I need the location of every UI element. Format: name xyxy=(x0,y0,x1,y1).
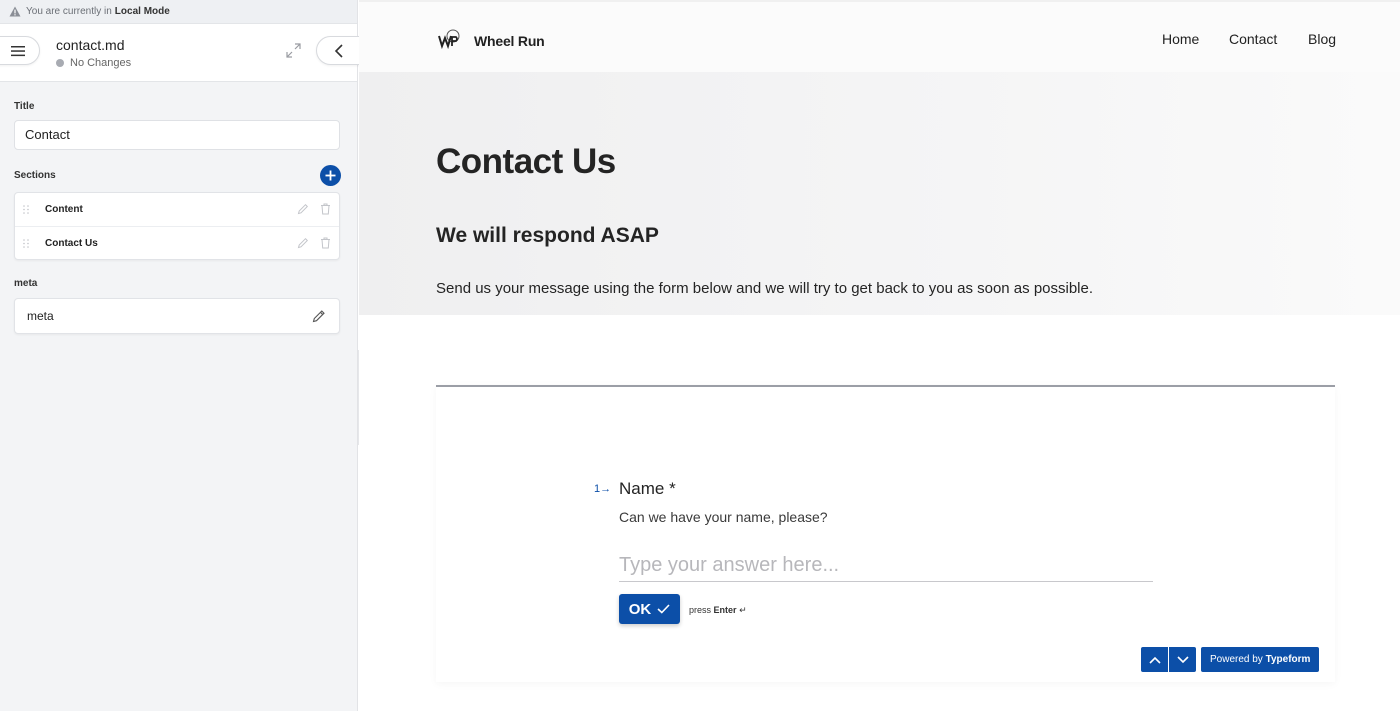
trash-icon[interactable] xyxy=(320,203,331,215)
meta-label: meta xyxy=(14,278,38,289)
page-subtitle: We will respond ASAP xyxy=(436,224,659,247)
mode-banner-text: You are currently in xyxy=(26,6,112,17)
question-number: 1→ xyxy=(594,483,611,495)
chevron-left-icon xyxy=(334,43,343,58)
question-description: Can we have your name, please? xyxy=(619,509,828,525)
site-preview: Wheel Run Home Contact Blog Contact Us W… xyxy=(359,0,1400,711)
title-label: Title xyxy=(14,101,35,112)
edit-icon[interactable] xyxy=(297,203,309,215)
site-brand[interactable]: Wheel Run xyxy=(474,33,545,49)
question-title: Name * xyxy=(619,479,676,498)
previous-question-button[interactable] xyxy=(1141,647,1168,672)
edit-icon[interactable] xyxy=(297,237,309,249)
section-item-contact-us[interactable]: Contact Us xyxy=(15,226,339,259)
sections-label: Sections xyxy=(14,170,56,181)
file-header: contact.md No Changes xyxy=(0,24,357,82)
next-question-button[interactable] xyxy=(1169,647,1196,672)
editor-sidebar: You are currently in Local Mode contact.… xyxy=(0,0,362,711)
typeform-embed: 1→ Name * Can we have your name, please?… xyxy=(436,385,1335,682)
hamburger-icon xyxy=(11,45,25,56)
powered-by-brand: Typeform xyxy=(1265,654,1311,665)
powered-by-typeform-badge[interactable]: Powered by Typeform xyxy=(1201,647,1320,672)
meta-field[interactable]: meta xyxy=(14,298,340,334)
chevron-down-icon xyxy=(1176,655,1189,663)
hero-section: Contact Us We will respond ASAP Send us … xyxy=(359,72,1400,315)
ok-button-label: OK xyxy=(628,600,652,618)
file-status: No Changes xyxy=(56,57,131,69)
file-name: contact.md xyxy=(56,37,125,53)
file-status-text: No Changes xyxy=(70,57,132,69)
collapse-sidebar-button[interactable] xyxy=(316,36,362,65)
name-answer-input[interactable] xyxy=(619,550,1153,582)
drag-handle-icon[interactable] xyxy=(23,238,29,248)
menu-button[interactable] xyxy=(0,36,40,65)
section-item-label: Contact Us xyxy=(45,237,98,249)
fullscreen-icon[interactable] xyxy=(285,42,302,59)
press-hint-key: Enter xyxy=(713,605,737,615)
page-title: Contact Us xyxy=(436,142,616,181)
plus-icon xyxy=(325,170,336,181)
site-header: Wheel Run Home Contact Blog xyxy=(359,0,1400,74)
arrow-right-icon: → xyxy=(600,483,612,495)
section-item-label: Content xyxy=(45,204,83,215)
title-input[interactable]: Contact xyxy=(14,120,340,150)
add-section-button[interactable] xyxy=(320,165,341,186)
checkmark-icon xyxy=(657,604,670,614)
page-intro-text: Send us your message using the form belo… xyxy=(436,280,1094,297)
local-mode-banner: You are currently in Local Mode xyxy=(0,0,357,24)
warning-icon xyxy=(9,6,21,17)
trash-icon[interactable] xyxy=(320,237,331,249)
section-item-content[interactable]: Content xyxy=(15,193,339,226)
status-dot-icon xyxy=(56,59,64,67)
meta-value: meta xyxy=(27,309,54,323)
pencil-icon[interactable] xyxy=(312,309,326,323)
sections-list: Content Contact Us xyxy=(14,192,340,260)
app-root: You are currently in Local Mode contact.… xyxy=(0,0,1400,711)
nav-link-contact[interactable]: Contact xyxy=(1229,31,1277,47)
drag-handle-icon[interactable] xyxy=(23,205,29,214)
chevron-up-icon xyxy=(1148,656,1161,664)
question-navigation xyxy=(1141,647,1196,672)
powered-by-prefix: Powered by xyxy=(1210,654,1263,665)
ok-button[interactable]: OK xyxy=(619,594,680,624)
press-hint-prefix: press xyxy=(689,605,712,615)
mode-banner-mode: Local Mode xyxy=(114,6,170,17)
nav-link-home[interactable]: Home xyxy=(1162,31,1199,47)
enter-key-icon: ↵ xyxy=(739,605,747,615)
nav-link-blog[interactable]: Blog xyxy=(1308,31,1336,47)
wheel-run-logo-icon[interactable] xyxy=(437,28,465,50)
press-enter-hint: press Enter ↵ xyxy=(689,605,747,616)
